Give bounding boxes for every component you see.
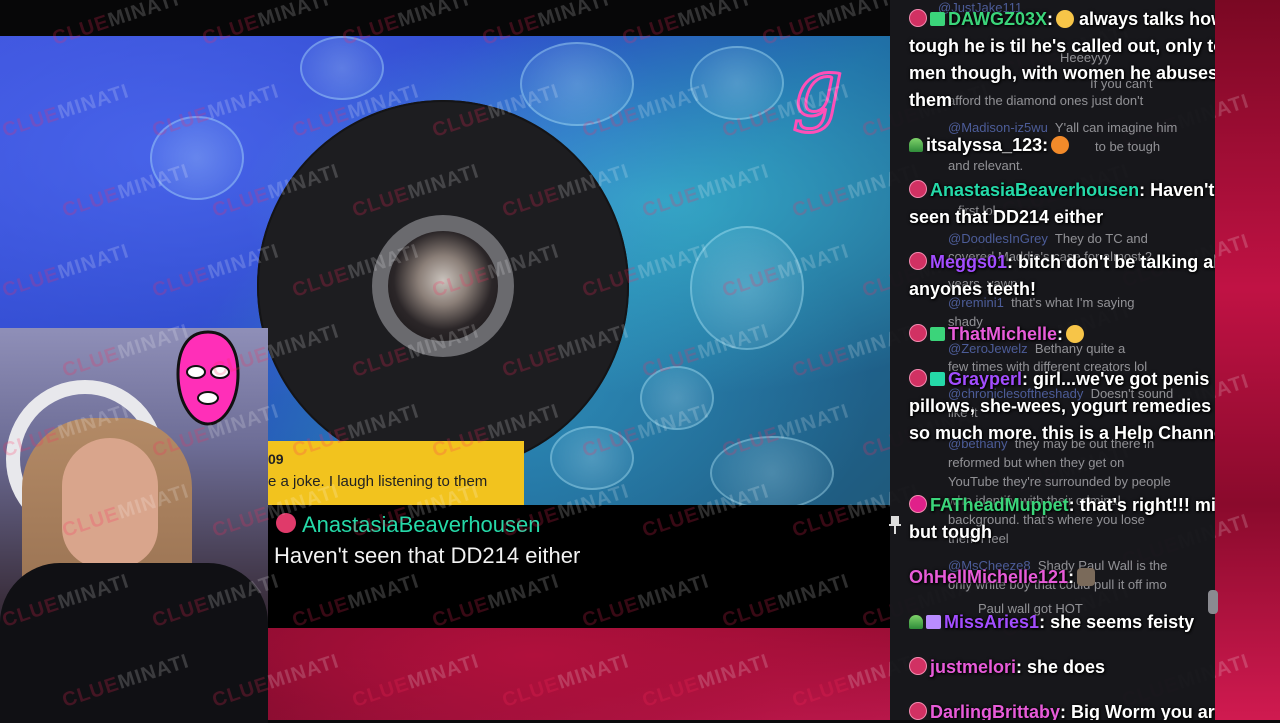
chat-message: itsalyssa_123: xyxy=(909,132,1215,159)
emoji-icon xyxy=(1066,325,1085,343)
chat-username[interactable]: justmelori xyxy=(930,657,1016,677)
user-badge-icon xyxy=(909,180,927,198)
jellyfish xyxy=(690,226,804,350)
ghost-chat-line: and relevant. xyxy=(948,158,1024,173)
chat-username[interactable]: OhHellMichelle121 xyxy=(909,567,1068,587)
chat-message: DAWGZ03X: always talks how tough he is t… xyxy=(909,6,1215,114)
vinyl-label xyxy=(372,215,514,357)
chat-message: MissAries1: she seems feisty xyxy=(909,609,1215,636)
chat-username[interactable]: DarlingBrittaby xyxy=(930,702,1060,720)
red-satin-side xyxy=(1215,0,1280,720)
jellyfish xyxy=(550,426,634,490)
chat-text: she seems feisty xyxy=(1050,612,1195,632)
chat-message: Grayperl: girl...we've got penis pillows… xyxy=(909,366,1215,447)
chat-scrollbar[interactable] xyxy=(1208,590,1218,614)
featured-text: Haven't seen that DD214 either xyxy=(274,543,581,568)
ghost-chat-line: YouTube they're surrounded by people xyxy=(948,474,1171,489)
chat-username[interactable]: ThatMichelle xyxy=(948,324,1057,344)
subtitle-panel: 09 e a joke. I laugh listening to them xyxy=(268,441,524,505)
ski-mask-icon xyxy=(176,330,240,426)
gift-icon xyxy=(930,12,945,26)
emoji-icon xyxy=(1056,10,1075,28)
featured-username: AnastasiaBeaverhousen xyxy=(302,512,541,537)
chat-username[interactable]: itsalyssa_123 xyxy=(926,135,1042,155)
vinyl-record xyxy=(257,100,629,472)
user-badge-icon xyxy=(909,657,927,675)
script-logo: g xyxy=(790,41,844,134)
ghost-chat-line: @DoodlesInGrey They do TC and xyxy=(948,231,1148,246)
jellyfish xyxy=(690,46,784,120)
ghost-chat-line: reformed but when they get on xyxy=(948,455,1125,470)
streamer-face xyxy=(62,438,158,568)
subtitle-text: e a joke. I laugh listening to them xyxy=(268,473,488,490)
user-badge-icon xyxy=(909,702,927,720)
user-badge-icon xyxy=(909,369,927,387)
jellyfish xyxy=(520,42,634,126)
chat-message: Meggs01: bitch don't be talking about an… xyxy=(909,249,1215,303)
jellyfish xyxy=(640,366,714,430)
chat-text: she does xyxy=(1027,657,1106,677)
user-badge-icon xyxy=(909,252,927,270)
top-bar xyxy=(0,0,890,36)
chat-username[interactable]: MissAries1 xyxy=(944,612,1039,632)
chat-username[interactable]: DAWGZ03X xyxy=(948,9,1047,29)
user-badge-icon xyxy=(909,9,927,27)
plant-badge-icon xyxy=(909,615,923,629)
chat-username[interactable]: Meggs01 xyxy=(930,252,1007,272)
chat-username[interactable]: FATheadMuppet xyxy=(930,495,1069,515)
pin-icon[interactable] xyxy=(888,516,902,534)
jellyfish xyxy=(300,36,384,100)
subtitle-number: 09 xyxy=(268,451,284,467)
chat-message: DarlingBrittaby: Big Worm you are xyxy=(909,699,1215,720)
emoji-icon xyxy=(1051,136,1070,154)
jellyfish xyxy=(150,116,244,200)
avatar xyxy=(388,231,498,341)
plant-badge-icon xyxy=(909,138,923,152)
user-badge-icon xyxy=(909,324,927,342)
gift-icon xyxy=(926,615,941,629)
user-badge-icon xyxy=(276,513,296,533)
jellyfish xyxy=(710,436,834,510)
chat-text: Big Worm you are xyxy=(1071,702,1215,720)
chat-username[interactable]: AnastasiaBeaverhousen xyxy=(930,180,1139,200)
chat-message: justmelori: she does xyxy=(909,654,1215,681)
featured-message: AnastasiaBeaverhousen Haven't seen that … xyxy=(268,505,890,628)
emoji-icon xyxy=(1077,568,1096,586)
chat-message: ThatMichelle: xyxy=(909,321,1215,348)
chat-message: AnastasiaBeaverhousen: Haven't seen that… xyxy=(909,180,1215,227)
chat-message: OhHellMichelle121: xyxy=(909,564,1215,591)
chat-panel: @JustJake111 Heeeyyy If you can't afford… xyxy=(890,0,1215,720)
user-badge-icon xyxy=(909,495,927,513)
gift-icon xyxy=(930,327,945,341)
chat-username[interactable]: Grayperl xyxy=(948,369,1022,389)
gift-icon xyxy=(930,372,945,386)
streamer-hoodie xyxy=(0,563,268,723)
chat-message: FATheadMuppet: that's right!!! mighty bu… xyxy=(909,492,1215,546)
